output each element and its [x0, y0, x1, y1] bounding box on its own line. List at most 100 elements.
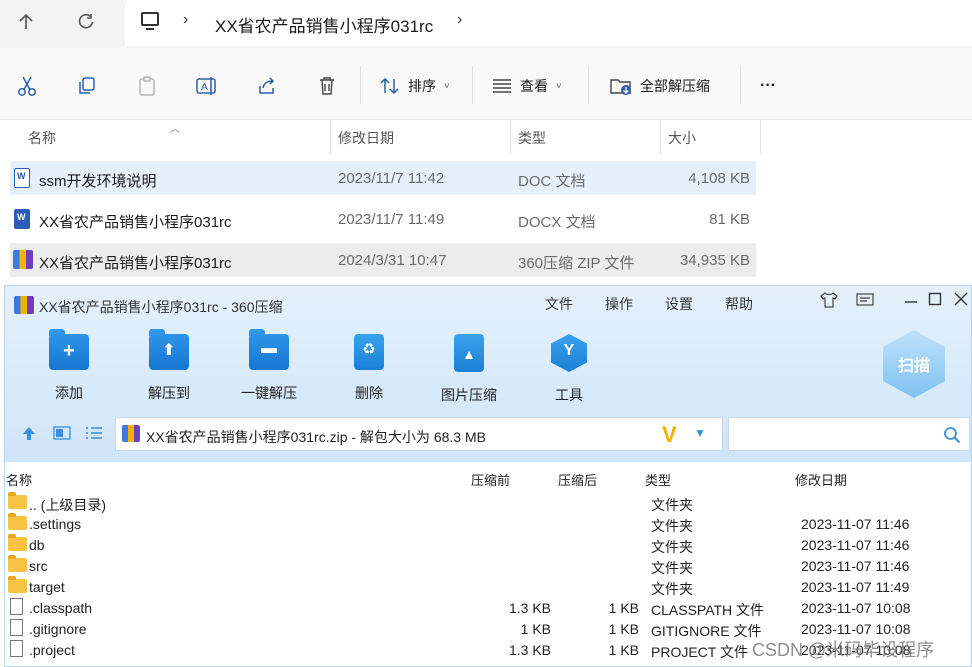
breadcrumb-chevron-icon[interactable]: ›: [183, 11, 188, 29]
column-header-after[interactable]: 压缩后: [558, 470, 597, 489]
this-pc-icon: [141, 12, 159, 30]
file-modified: 2024/3/31 10:47: [338, 252, 447, 269]
address-bar[interactable]: › XX省农产品销售小程序031rc ›: [125, 0, 972, 46]
column-header-modified[interactable]: 修改日期: [795, 470, 847, 489]
column-header-name[interactable]: 名称: [28, 128, 56, 148]
archive-row[interactable]: .settings 文件夹 2023-11-07 11:46: [5, 513, 971, 534]
tool-one-click-extract-button[interactable]: ▬ 一键解压: [229, 329, 309, 403]
entry-name: .project: [29, 642, 75, 658]
entry-modified: 2023-11-07 10:08: [801, 600, 911, 616]
column-divider[interactable]: [330, 120, 331, 154]
entry-type: 文件夹: [651, 581, 693, 597]
more-options-button[interactable]: ···: [760, 74, 776, 98]
paste-button[interactable]: [135, 74, 159, 98]
entry-name: db: [29, 537, 45, 553]
tool-delete-button[interactable]: ♻ 删除: [329, 334, 409, 403]
zip-window-header: XX省农产品销售小程序031rc - 360压缩 文件 操作 设置 帮助 + 添…: [5, 286, 971, 462]
file-name: XX省农产品销售小程序031rc: [39, 255, 232, 272]
file-type: DOCX 文档: [518, 214, 596, 231]
file-size: 34,935 KB: [679, 252, 750, 269]
column-header-modified[interactable]: 修改日期: [338, 128, 394, 148]
menu-file[interactable]: 文件: [545, 294, 573, 314]
archive-search-input[interactable]: [728, 417, 970, 451]
entry-size-after: 1 KB: [608, 642, 639, 658]
minimize-icon: [905, 301, 917, 303]
file-icon: [10, 598, 23, 615]
menu-settings[interactable]: 设置: [665, 294, 693, 314]
menu-help[interactable]: 帮助: [725, 294, 753, 314]
archive-row[interactable]: .. (上级目录) 文件夹: [5, 492, 971, 513]
view-label: 查看: [520, 78, 548, 94]
archive-row[interactable]: db 文件夹 2023-11-07 11:46: [5, 534, 971, 555]
tool-add-button[interactable]: + 添加: [29, 329, 109, 403]
file-size: 81 KB: [709, 211, 750, 228]
file-modified: 2023/11/7 11:42: [338, 170, 445, 187]
cut-button[interactable]: [15, 74, 39, 98]
message-icon: [856, 293, 874, 306]
toolbar-divider: [472, 66, 473, 104]
tool-extract-to-button[interactable]: ⬆ 解压到: [129, 329, 209, 403]
search-icon[interactable]: [943, 426, 961, 444]
up-arrow-button[interactable]: [10, 8, 42, 36]
archive-row[interactable]: target 文件夹 2023-11-07 11:49: [5, 576, 971, 597]
toolbar-divider: [360, 66, 361, 104]
extract-all-button[interactable]: 全部解压缩: [610, 74, 710, 98]
archive-path-text: XX省农产品销售小程序031rc.zip - 解包大小为 68.3 MB: [146, 429, 486, 445]
column-header-type[interactable]: 类型: [518, 128, 546, 148]
go-up-button[interactable]: [21, 425, 37, 446]
share-button[interactable]: [255, 74, 279, 98]
column-header-before[interactable]: 压缩前: [471, 470, 510, 489]
archive-row[interactable]: .classpath 1.3 KB 1 KB CLASSPATH 文件 2023…: [5, 597, 971, 618]
minimize-button[interactable]: [901, 292, 921, 311]
rename-button[interactable]: A: [195, 74, 219, 98]
tool-tools-label: 工具: [555, 387, 583, 403]
breadcrumb-chevron-icon[interactable]: ›: [457, 11, 462, 29]
entry-type: CLASSPATH 文件: [651, 602, 765, 618]
archive-row[interactable]: src 文件夹 2023-11-07 11:46: [5, 555, 971, 576]
sort-button[interactable]: 排序 ˅: [380, 74, 450, 98]
thumbnail-view-button[interactable]: [53, 426, 71, 445]
entry-type: PROJECT 文件: [651, 644, 748, 660]
column-divider[interactable]: [510, 120, 511, 154]
column-divider[interactable]: [660, 120, 661, 154]
folder-icon: [8, 513, 27, 530]
column-divider[interactable]: [760, 120, 761, 154]
entry-name: .. (上级目录): [29, 497, 106, 513]
view-button[interactable]: 查看 ˅: [492, 74, 562, 98]
extract-to-icon: ⬆: [149, 329, 189, 370]
column-header-type[interactable]: 类型: [645, 470, 671, 489]
entry-type: 文件夹: [651, 518, 693, 534]
delete-button[interactable]: [315, 74, 339, 98]
refresh-icon: [78, 13, 94, 29]
file-row[interactable]: ssm开发环境说明 2023/11/7 11:42 DOC 文档 4,108 K…: [10, 161, 756, 195]
maximize-button[interactable]: [925, 292, 945, 311]
refresh-button[interactable]: [70, 8, 102, 36]
column-header-size[interactable]: 大小: [668, 128, 696, 148]
tool-image-compress-button[interactable]: ▲ 图片压缩: [429, 334, 509, 405]
menu-operate[interactable]: 操作: [605, 294, 633, 314]
entry-name: target: [29, 579, 65, 595]
file-row[interactable]: XX省农产品销售小程序031rc 2023/11/7 11:49 DOCX 文档…: [10, 202, 756, 236]
entry-name: src: [29, 558, 48, 574]
breadcrumb-current-folder[interactable]: XX省农产品销售小程序031rc: [215, 12, 433, 37]
close-button[interactable]: [951, 292, 971, 311]
explorer-address-row: › XX省农产品销售小程序031rc ›: [0, 0, 972, 48]
sort-icon: [380, 77, 399, 95]
copy-button[interactable]: [75, 74, 99, 98]
entry-type: 文件夹: [651, 560, 693, 576]
feedback-button[interactable]: [855, 292, 875, 313]
file-row[interactable]: XX省农产品销售小程序031rc 2024/3/31 10:47 360压缩 Z…: [10, 243, 756, 277]
dropdown-arrow-icon[interactable]: ▼: [694, 426, 706, 440]
clipboard-icon: [139, 76, 155, 96]
chevron-down-icon: ˅: [556, 80, 562, 92]
archive-path-box[interactable]: XX省农产品销售小程序031rc.zip - 解包大小为 68.3 MB V ▼: [115, 417, 723, 451]
file-icon: [10, 619, 23, 636]
scan-button[interactable]: 扫描: [883, 330, 945, 398]
close-icon: [954, 292, 968, 306]
list-view-button[interactable]: [85, 426, 103, 445]
column-header-name[interactable]: 名称: [6, 470, 32, 489]
tool-tools-button[interactable]: Y 工具: [529, 334, 609, 405]
checkmark-v-icon: V: [662, 422, 677, 447]
skin-button[interactable]: [819, 292, 839, 313]
zip-icon: [122, 425, 140, 442]
